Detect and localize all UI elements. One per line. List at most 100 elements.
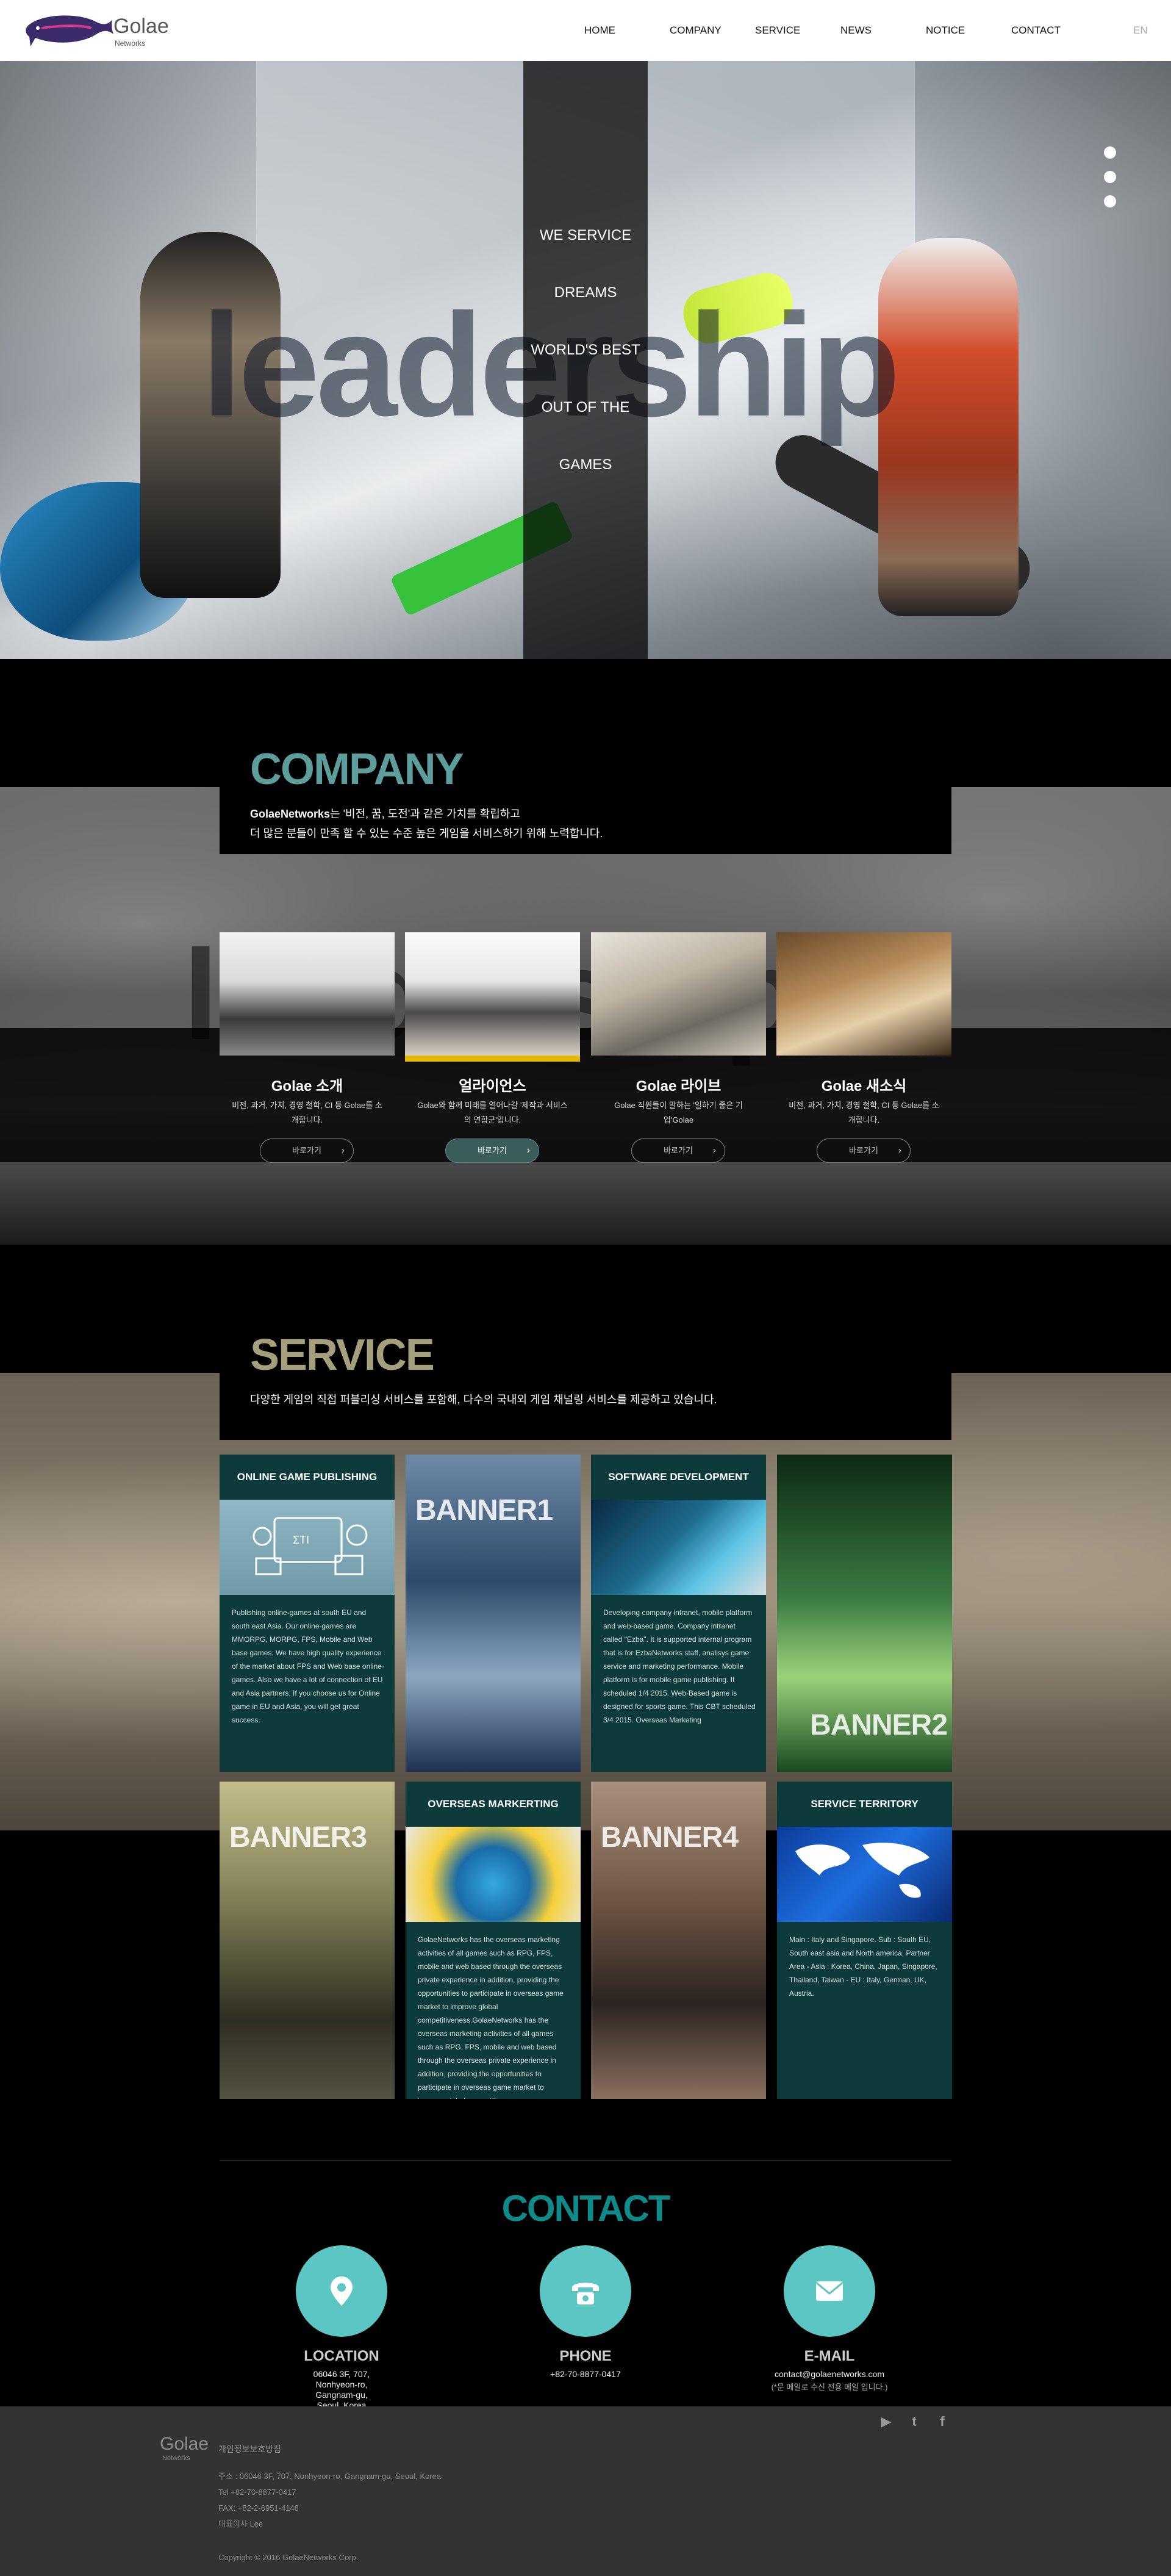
copyright: Copyright © 2016 GolaeNetworks Corp. [218, 2553, 359, 2562]
company-desc-line1: GolaeNetworks는 '비전, 꿈, 도전'과 같은 가치를 확립하고 [250, 804, 603, 824]
tile-body: Main : Italy and Singapore. Sub : South … [789, 1935, 937, 1998]
tile-image-devices: ΣTI [220, 1500, 395, 1595]
tile-heading: OVERSEAS MARKERTING [428, 1798, 559, 1810]
card-link-button[interactable]: 바로가기 › [631, 1139, 725, 1163]
social-links: ▶ t f [877, 2412, 951, 2431]
card-title: Golae 소개 [271, 1078, 343, 1095]
chevron-right-icon: › [712, 1145, 716, 1156]
facebook-icon[interactable]: f [933, 2412, 951, 2431]
contact-title: CONTACT [501, 2188, 671, 2229]
chevron-right-icon: › [898, 1145, 901, 1156]
nav-notice[interactable]: NOTICE [926, 24, 1011, 37]
card-title: Golae 라이브 [636, 1078, 722, 1095]
tile-heading: SOFTWARE DEVELOPMENT [608, 1471, 749, 1483]
site-footer: ▶ t f Golae Networks 개인정보보호방침 주소 : 06046… [0, 2406, 1171, 2576]
nav-service[interactable]: SERVICE [755, 24, 840, 37]
slider-dot[interactable] [1104, 171, 1116, 183]
logo-sub: Networks [115, 39, 146, 48]
company-desc-line1-rest: 는 '비전, 꿈, 도전'과 같은 가치를 확립하고 [330, 808, 520, 820]
company-title: COMPANY [250, 745, 464, 794]
nav-home[interactable]: HOME [584, 24, 670, 37]
card-photo-camera [776, 932, 951, 1056]
card-link-label: 바로가기 [478, 1146, 507, 1155]
card-link-button[interactable]: 바로가기 › [260, 1139, 354, 1163]
card-text: Golae와 함께 미래를 열어나갈 '제작과 서비스의 연합군'입니다. [417, 1101, 568, 1124]
privacy-policy-link[interactable]: 개인정보보호방침 [218, 2443, 281, 2455]
devices-icon: ΣTI [252, 1517, 368, 1575]
card-photo-office [591, 932, 766, 1056]
tile-banner2-kite[interactable]: BANNER2 [777, 1455, 952, 1772]
language-toggle[interactable]: EN [1133, 24, 1148, 37]
card-golae-live: Golae 라이브 Golae 직원들이 말하는 '일하기 좋은 기업'Gola… [591, 932, 766, 1163]
tile-software-development[interactable]: SOFTWARE DEVELOPMENT Developing company … [591, 1455, 766, 1772]
slogan-line: OUT OF THE [541, 399, 630, 416]
tile-heading: ONLINE GAME PUBLISHING [237, 1471, 378, 1483]
card-title: 얼라이언스 [459, 1078, 526, 1095]
card-link-button[interactable]: 바로가기 › [445, 1139, 539, 1163]
nav-company[interactable]: COMPANY [670, 24, 755, 37]
tile-banner1-surf[interactable]: BANNER1 [406, 1455, 581, 1772]
company-desc-line2: 더 많은 분들이 만족 할 수 있는 수준 높은 게임을 서비스하기 위해 노력… [250, 827, 603, 840]
footer-fax: FAX: +82-2-6951-4148 [218, 2503, 299, 2513]
site-header: Golae Networks HOME COMPANY SERVICE NEWS… [0, 0, 1171, 61]
twitter-icon[interactable]: t [905, 2412, 923, 2431]
hero-slogan: WE SERVICE DREAMS WORLD'S BEST OUT OF TH… [523, 226, 648, 513]
contact-value[interactable]: +82-70-8877-0417 [494, 2369, 677, 2380]
location-badge [296, 2245, 387, 2337]
location-pin-icon [331, 2276, 353, 2306]
contact-value[interactable]: contact@golaenetworks.com [738, 2369, 921, 2380]
card-photo-group [220, 932, 395, 1056]
card-active-underline [405, 1056, 580, 1062]
slogan-line: WE SERVICE [539, 227, 632, 243]
contact-note: (*문 메일로 수신 전용 메일 입니다.) [771, 2383, 888, 2392]
telephone-icon [572, 2283, 599, 2304]
card-link-label: 바로가기 [849, 1146, 878, 1155]
card-text: 비전, 과거, 가치, 경영 철학, CI 등 Golae를 소개합니다. [789, 1101, 939, 1124]
footer-logo-sub: Networks [162, 2455, 190, 2462]
tile-banner4-mtb[interactable]: BANNER4 [591, 1782, 766, 2099]
tile-online-game-publishing[interactable]: ONLINE GAME PUBLISHING ΣTI Publishing on… [220, 1455, 395, 1772]
nav-news[interactable]: NEWS [840, 24, 926, 37]
service-section: SERVICE 다양한 게임의 직접 퍼블리싱 서비스를 포함해, 다수의 국내… [0, 1245, 1171, 2160]
nav-contact[interactable]: CONTACT [1011, 24, 1097, 37]
card-link-label: 바로가기 [292, 1146, 321, 1155]
slogan-line: GAMES [559, 456, 612, 473]
service-description: 다양한 게임의 직접 퍼블리싱 서비스를 포함해, 다수의 국내외 게임 채널링… [250, 1394, 717, 1406]
tile-image-server [591, 1500, 766, 1595]
banner-label: BANNER4 [601, 1821, 739, 1854]
youtube-icon[interactable]: ▶ [877, 2412, 895, 2431]
slider-dot[interactable] [1104, 195, 1116, 207]
footer-logo[interactable]: Golae Networks [160, 2434, 209, 2462]
tile-service-territory[interactable]: SERVICE TERRITORY Main : Italy and Singa… [777, 1782, 952, 2099]
card-link-label: 바로가기 [664, 1146, 693, 1155]
card-link-button[interactable]: 바로가기 › [817, 1139, 911, 1163]
company-header-box: COMPANY GolaeNetworks는 '비전, 꿈, 도전'과 같은 가… [220, 730, 951, 854]
card-golae-intro: Golae 소개 비전, 과거, 가치, 경영 철학, CI 등 Golae를 … [220, 932, 395, 1163]
card-text: Golae 직원들이 말하는 '일하기 좋은 기업'Golae [614, 1101, 743, 1124]
logo[interactable]: Golae Networks [23, 7, 169, 54]
chevron-right-icon: › [341, 1145, 345, 1156]
tile-banner3-bike[interactable]: BANNER3 [220, 1782, 395, 2099]
contact-value: 06046 3F, 707, Nonhyeon-ro, Gangnam-gu, … [313, 2369, 370, 2410]
phone-badge [540, 2245, 631, 2337]
tile-body: GolaeNetworks has the overseas marketing… [418, 1935, 564, 2099]
footer-company-info: 주소 : 06046 3F, 707, Nonhyeon-ro, Gangnam… [218, 2469, 441, 2532]
tile-body: Developing company intranet, mobile plat… [603, 1608, 756, 1724]
contact-label: LOCATION [304, 2348, 379, 2364]
footer-logo-word: Golae [160, 2434, 209, 2454]
world-map-icon [795, 1843, 929, 1898]
footer-ceo: 대표이사 Lee [218, 2519, 263, 2528]
chevron-right-icon: › [526, 1145, 530, 1156]
tile-overseas-marketing[interactable]: OVERSEAS MARKERTING GolaeNetworks has th… [406, 1782, 581, 2099]
email-badge [784, 2245, 875, 2337]
company-section: leadership COMPANY GolaeNetworks는 '비전, 꿈… [0, 659, 1171, 1245]
card-text: 비전, 과거, 가치, 경영 철학, CI 등 Golae를 소개합니다. [232, 1101, 382, 1124]
card-golae-news: Golae 새소식 비전, 과거, 가치, 경영 철학, CI 등 Golae를… [776, 932, 951, 1163]
company-desc-brand: GolaeNetworks [250, 808, 331, 820]
slider-dot[interactable] [1104, 146, 1116, 159]
slider-pagination [1104, 146, 1116, 220]
contact-label: PHONE [559, 2348, 612, 2364]
hero-snowboarder [878, 238, 1019, 616]
banner-label: BANNER3 [229, 1821, 367, 1854]
contact-label: E-MAIL [804, 2348, 855, 2364]
